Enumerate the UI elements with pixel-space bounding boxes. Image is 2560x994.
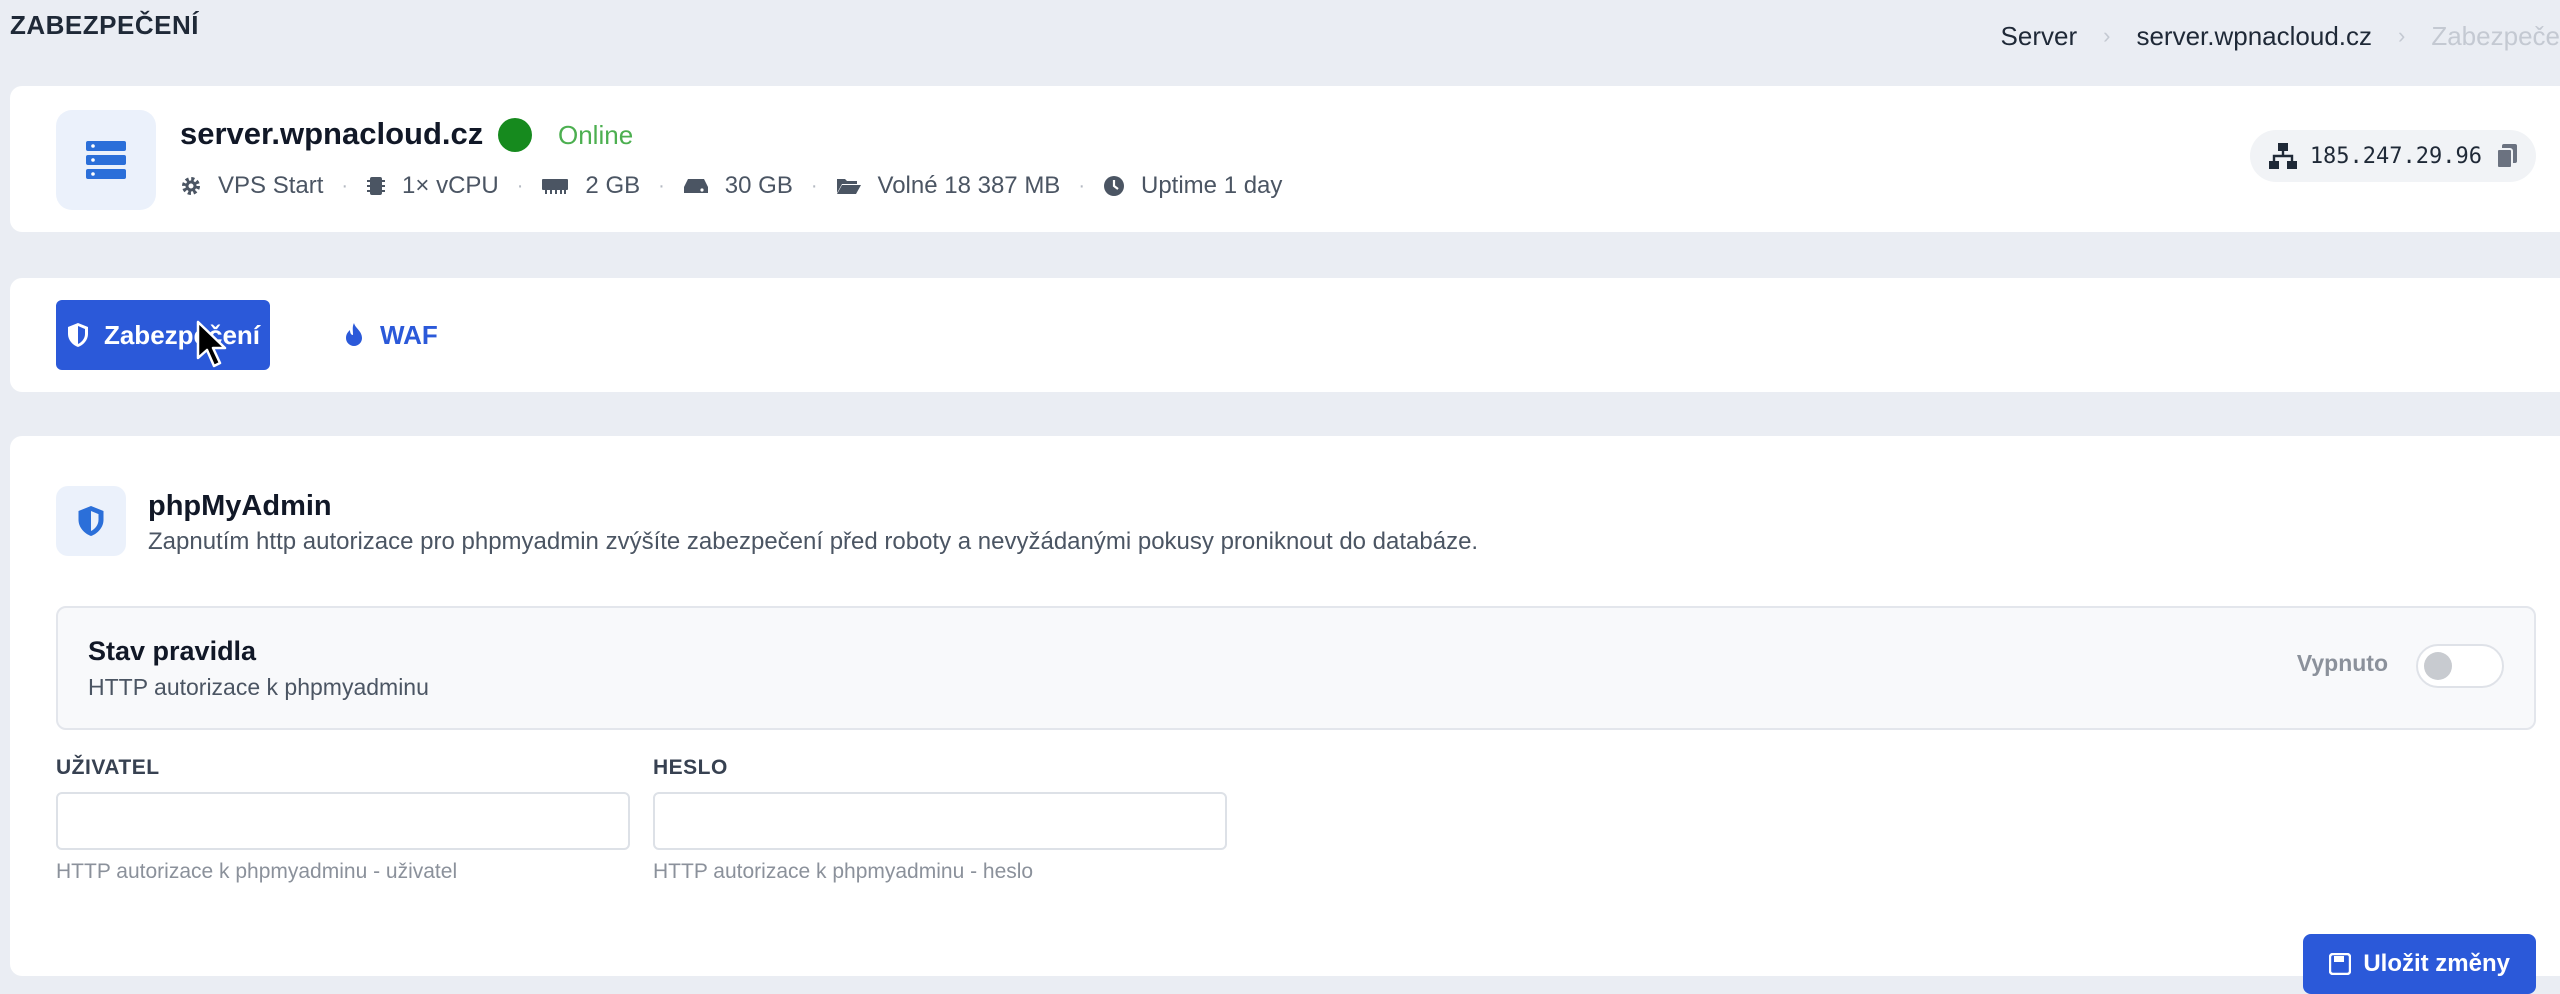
phpmyadmin-card: phpMyAdmin Zapnutím http autorizace pro … xyxy=(10,436,2560,994)
mouse-cursor-icon xyxy=(196,320,227,368)
ip-address-pill: 185.247.29.96 xyxy=(2249,130,2536,182)
memory-icon xyxy=(542,179,569,194)
password-field[interactable] xyxy=(653,792,1227,850)
status-indicator-icon xyxy=(498,118,532,152)
rule-subtitle: HTTP autorizace k phpmyadminu xyxy=(88,674,429,700)
save-button[interactable]: Uložit změny xyxy=(2303,934,2536,994)
tabs-card: Zabezpečení WAF xyxy=(10,278,2560,392)
password-field-help: HTTP autorizace k phpmyadminu - heslo xyxy=(653,860,1034,883)
section-description: Zapnutím http autorizace pro phpmyadmin … xyxy=(148,528,1479,555)
rule-toggle[interactable] xyxy=(2416,644,2504,688)
copy-icon[interactable] xyxy=(2496,143,2518,169)
user-field[interactable] xyxy=(56,792,630,850)
user-field-help: HTTP autorizace k phpmyadminu - uživatel xyxy=(56,860,458,883)
server-specs: VPS Start · 1× vCPU · 2 GB · 30 GB · Vol… xyxy=(180,172,1282,200)
toggle-knob xyxy=(2424,652,2452,680)
spec-uptime: Uptime 1 day xyxy=(1103,172,1282,200)
floppy-icon xyxy=(2329,953,2352,975)
chevron-right-icon: › xyxy=(2103,23,2111,48)
flame-icon xyxy=(346,323,362,346)
breadcrumb-item-server[interactable]: Server xyxy=(2001,21,2078,52)
rule-title: Stav pravidla xyxy=(88,636,257,666)
server-name: server.wpnacloud.cz xyxy=(180,116,484,151)
status-badge: Online xyxy=(558,120,634,150)
shield-icon xyxy=(56,486,126,556)
tab-waf[interactable]: WAF xyxy=(344,300,438,370)
spec-plan: VPS Start xyxy=(180,172,323,200)
shield-icon xyxy=(67,323,88,347)
spec-free: Volné 18 387 MB xyxy=(836,172,1060,200)
ip-address: 185.247.29.96 xyxy=(2309,143,2482,169)
rule-status-box: Stav pravidla HTTP autorizace k phpmyadm… xyxy=(56,606,2536,730)
password-field-label: HESLO xyxy=(653,756,728,779)
spec-disk: 30 GB xyxy=(683,172,793,200)
server-card: server.wpnacloud.cz Online VPS Start · 1… xyxy=(10,86,2560,232)
server-icon xyxy=(56,110,156,210)
breadcrumb-item-current: Zabezpeče xyxy=(2431,20,2560,51)
rule-state-label: Vypnuto xyxy=(2296,650,2388,676)
gear-icon xyxy=(182,177,200,195)
hdd-icon xyxy=(683,179,708,193)
tab-zabezpeceni[interactable]: Zabezpečení xyxy=(56,300,270,370)
user-field-label: UŽIVATEL xyxy=(56,756,160,779)
clock-icon xyxy=(1104,176,1124,196)
breadcrumb: Server › server.wpnacloud.cz › Zabezpeče xyxy=(2001,18,2560,54)
page-title: ZABEZPEČENÍ xyxy=(10,10,199,40)
section-title: phpMyAdmin xyxy=(148,490,332,522)
folder-open-icon xyxy=(836,179,861,194)
network-icon xyxy=(2268,143,2297,169)
spec-cpu: 1× vCPU xyxy=(366,172,499,200)
cpu-icon xyxy=(367,177,386,195)
breadcrumb-item-hostname[interactable]: server.wpnacloud.cz xyxy=(2136,21,2372,52)
chevron-right-icon: › xyxy=(2398,23,2406,48)
spec-ram: 2 GB xyxy=(541,172,640,200)
